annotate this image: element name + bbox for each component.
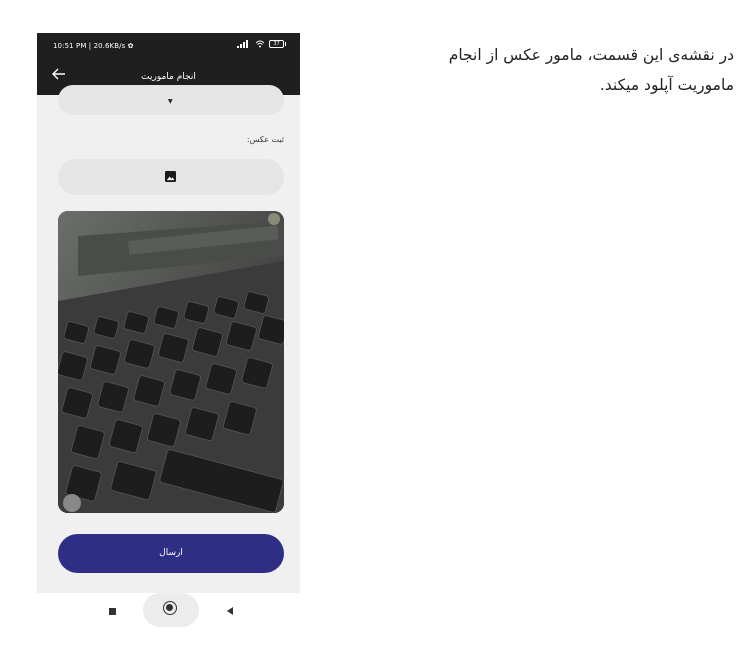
signal-icon bbox=[237, 40, 248, 48]
page-title: انجام ماموریت bbox=[141, 72, 196, 82]
submit-button[interactable]: ارسال bbox=[58, 534, 284, 573]
battery-icon: 37 bbox=[269, 40, 286, 48]
wifi-icon bbox=[255, 40, 265, 48]
recent-apps-square-icon[interactable] bbox=[109, 608, 116, 615]
system-nav-bar bbox=[37, 593, 300, 633]
phone-screenshot: 10:51 PM | 20.6KB/s ✿ 37 انجام ماموریت ▼… bbox=[37, 33, 300, 633]
back-triangle-icon[interactable] bbox=[227, 607, 233, 615]
chevron-down-icon: ▼ bbox=[168, 98, 173, 105]
description-caption: در نقشه‌ی این قسمت، مامور عکس از انجام م… bbox=[448, 46, 734, 94]
uploaded-photo bbox=[58, 211, 284, 513]
photo-label: ثبت عکس: bbox=[246, 135, 284, 144]
home-circle-icon[interactable] bbox=[163, 601, 177, 615]
image-icon bbox=[165, 171, 176, 182]
status-icons: 37 bbox=[237, 40, 286, 48]
photo-picker-button[interactable] bbox=[58, 159, 284, 195]
status-time-speed: 10:51 PM | 20.6KB/s ✿ bbox=[53, 42, 134, 50]
previous-dropdown-field[interactable]: ▼ bbox=[58, 85, 284, 115]
status-bar: 10:51 PM | 20.6KB/s ✿ 37 bbox=[37, 33, 300, 59]
form-content: ▼ ثبت عکس: ارسال bbox=[37, 85, 300, 593]
